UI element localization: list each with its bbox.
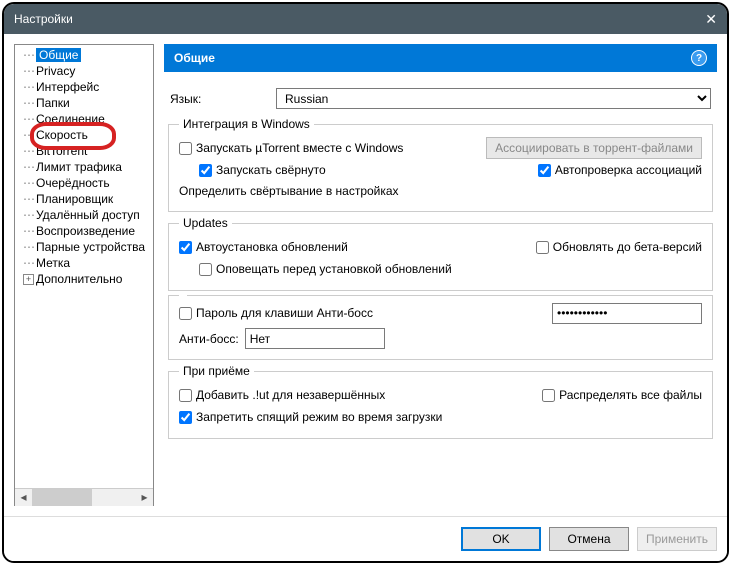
sidebar: ⋯Общие ⋯Privacy ⋯Интерфейс ⋯Папки ⋯Соеди… (14, 44, 154, 506)
antiboss-hotkey-field[interactable] (245, 328, 385, 349)
help-icon[interactable]: ? (691, 50, 707, 66)
group-updates: Updates Автоустановка обновлений Обновля… (168, 216, 713, 291)
chk-add-ut-suffix[interactable]: Добавить .!ut для незавершённых (179, 388, 385, 402)
group-windows-legend: Интеграция в Windows (179, 117, 314, 131)
group-windows-integration: Интеграция в Windows Запускать µTorrent … (168, 117, 713, 212)
sidebar-item-remote[interactable]: ⋯Удалённый доступ (15, 207, 153, 223)
sidebar-item-connection[interactable]: ⋯Соединение (15, 111, 153, 127)
apply-button[interactable]: Применить (637, 527, 717, 551)
group-on-receive: При приёме Добавить .!ut для незавершённ… (168, 364, 713, 439)
language-row: Язык: Russian (170, 88, 711, 109)
group-updates-legend: Updates (179, 216, 232, 230)
sidebar-item-traffic-limit[interactable]: ⋯Лимит трафика (15, 159, 153, 175)
sidebar-hscrollbar[interactable]: ◂ ▸ (15, 488, 153, 505)
sidebar-item-scheduler[interactable]: ⋯Планировщик (15, 191, 153, 207)
scroll-track[interactable] (32, 489, 136, 506)
sidebar-item-folders[interactable]: ⋯Папки (15, 95, 153, 111)
scroll-left-icon[interactable]: ◂ (15, 489, 32, 506)
sidebar-item-privacy[interactable]: ⋯Privacy (15, 63, 153, 79)
sidebar-item-paired[interactable]: ⋯Парные устройства (15, 239, 153, 255)
settings-window: Настройки ✕ ⋯Общие ⋯Privacy ⋯Интерфейс ⋯… (2, 2, 729, 563)
sidebar-item-general[interactable]: ⋯Общие (15, 47, 153, 63)
group-antiboss: Пароль для клавиши Анти-босс Анти-босс: (168, 295, 713, 360)
minimize-explain: Определить свёртывание в настройках (179, 184, 702, 198)
category-tree: ⋯Общие ⋯Privacy ⋯Интерфейс ⋯Папки ⋯Соеди… (15, 45, 153, 488)
chk-start-with-windows[interactable]: Запускать µTorrent вместе с Windows (179, 141, 403, 155)
sidebar-item-interface[interactable]: ⋯Интерфейс (15, 79, 153, 95)
chk-antiboss-password[interactable]: Пароль для клавиши Анти-босс (179, 306, 373, 320)
antiboss-password-field[interactable] (552, 303, 702, 324)
chk-distribute-files[interactable]: Распределять все файлы (542, 388, 702, 402)
ok-button[interactable]: OK (461, 527, 541, 551)
group-receive-legend: При приёме (179, 364, 254, 378)
dialog-footer: OK Отмена Применить (4, 516, 727, 561)
scroll-right-icon[interactable]: ▸ (136, 489, 153, 506)
scroll-thumb[interactable] (32, 489, 92, 506)
panel-header: Общие ? (164, 44, 717, 72)
sidebar-item-label[interactable]: ⋯Метка (15, 255, 153, 271)
window-title: Настройки (14, 12, 73, 26)
sidebar-item-bittorrent[interactable]: ⋯BitTorrent (15, 143, 153, 159)
cancel-button[interactable]: Отмена (549, 527, 629, 551)
main-panel: Общие ? Язык: Russian Интеграция в Windo… (164, 44, 717, 506)
chk-start-minimized[interactable]: Запускать свёрнуто (199, 163, 326, 177)
dialog-body: ⋯Общие ⋯Privacy ⋯Интерфейс ⋯Папки ⋯Соеди… (4, 34, 727, 516)
chk-auto-install-updates[interactable]: Автоустановка обновлений (179, 240, 348, 254)
antiboss-label: Анти-босс: (179, 332, 239, 346)
expand-icon[interactable]: + (23, 274, 34, 285)
chk-auto-check-assoc[interactable]: Автопроверка ассоциаций (538, 163, 702, 177)
chk-notify-updates[interactable]: Оповещать перед установкой обновлений (199, 262, 702, 276)
language-select[interactable]: Russian (276, 88, 711, 109)
titlebar: Настройки ✕ (4, 4, 727, 34)
panel-title: Общие (174, 51, 215, 65)
sidebar-item-playback[interactable]: ⋯Воспроизведение (15, 223, 153, 239)
panel-content: Язык: Russian Интеграция в Windows Запус… (164, 78, 717, 506)
language-label: Язык: (170, 92, 270, 106)
close-icon[interactable]: ✕ (705, 11, 717, 28)
sidebar-item-speed[interactable]: ⋯Скорость (15, 127, 153, 143)
chk-prevent-sleep[interactable]: Запретить спящий режим во время загрузки (179, 410, 702, 424)
sidebar-item-queue[interactable]: ⋯Очерёдность (15, 175, 153, 191)
chk-beta-updates[interactable]: Обновлять до бета-версий (536, 240, 702, 254)
sidebar-item-advanced[interactable]: +Дополнительно (15, 271, 153, 287)
associate-button: Ассоциировать в торрент-файлами (486, 137, 702, 159)
